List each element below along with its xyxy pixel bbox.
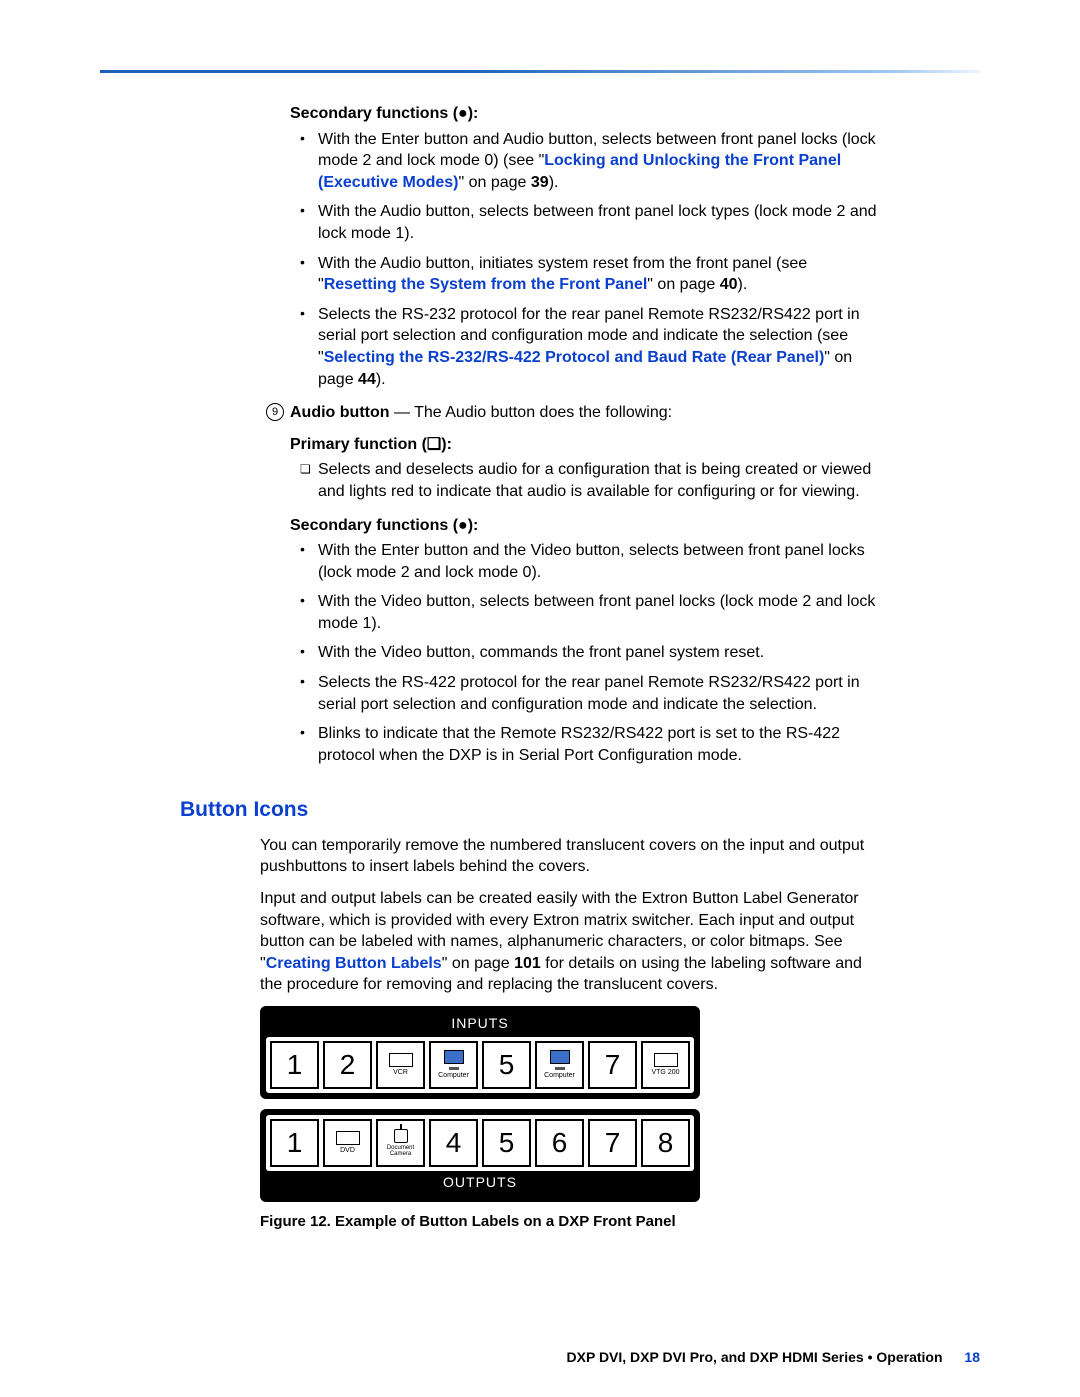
outputs-label: OUTPUTS — [266, 1171, 694, 1196]
secondary-functions-head-1: Secondary functions (●): — [290, 103, 880, 125]
inputs-label: INPUTS — [266, 1012, 694, 1037]
figure-caption: Figure 12. Example of Button Labels on a… — [260, 1212, 700, 1232]
callout-number-icon: 9 — [266, 403, 284, 421]
audio-button-line: 9 Audio button — The Audio button does t… — [290, 402, 880, 424]
input-btn-computer2: Computer — [535, 1041, 584, 1089]
device-icon — [654, 1053, 678, 1067]
page-container: Secondary functions (●): With the Enter … — [0, 0, 1080, 1272]
dvd-icon — [336, 1131, 360, 1145]
inputs-panel: INPUTS 1 2 VCR Computer 5 Computer 7 VTG… — [260, 1006, 700, 1099]
indented-content: Secondary functions (●): With the Enter … — [290, 103, 880, 766]
secondary-list-2: With the Enter button and the Video butt… — [318, 540, 880, 766]
output-btn-7: 7 — [588, 1119, 637, 1167]
input-btn-2: 2 — [323, 1041, 372, 1089]
monitor-icon — [550, 1050, 570, 1064]
audio-button-label: Audio button — [290, 404, 390, 421]
figure-panel: INPUTS 1 2 VCR Computer 5 Computer 7 VTG… — [260, 1006, 700, 1232]
list-item: With the Video button, commands the fron… — [318, 642, 880, 664]
input-btn-vcr: VCR — [376, 1041, 425, 1089]
secondary-functions-head-2: Secondary functions (●): — [290, 515, 880, 537]
inputs-row: 1 2 VCR Computer 5 Computer 7 VTG 200 — [266, 1037, 694, 1093]
monitor-icon — [444, 1050, 464, 1064]
camera-icon — [394, 1129, 408, 1143]
input-btn-1: 1 — [270, 1041, 319, 1089]
outputs-row: 1 DVD Document Camera 4 5 6 7 8 — [266, 1115, 694, 1171]
link-resetting[interactable]: Resetting the System from the Front Pane… — [324, 276, 648, 293]
output-btn-doccam: Document Camera — [376, 1119, 425, 1167]
body-paragraph: You can temporarily remove the numbered … — [260, 835, 880, 878]
input-btn-7: 7 — [588, 1041, 637, 1089]
output-btn-1: 1 — [270, 1119, 319, 1167]
list-item: Blinks to indicate that the Remote RS232… — [318, 723, 880, 766]
footer-text: DXP DVI, DXP DVI Pro, and DXP HDMI Serie… — [567, 1349, 943, 1365]
list-item: With the Enter button and the Video butt… — [318, 540, 880, 583]
output-btn-4: 4 — [429, 1119, 478, 1167]
button-icons-heading: Button Icons — [180, 796, 980, 824]
secondary-list-1: With the Enter button and Audio button, … — [318, 129, 880, 391]
link-selecting-rs232[interactable]: Selecting the RS-232/RS-422 Protocol and… — [324, 349, 825, 366]
list-item: Selects the RS-232 protocol for the rear… — [318, 304, 880, 390]
output-btn-5: 5 — [482, 1119, 531, 1167]
outputs-panel: 1 DVD Document Camera 4 5 6 7 8 OUTPUTS — [260, 1109, 700, 1202]
list-item: Selects the RS-422 protocol for the rear… — [318, 672, 880, 715]
input-btn-vtg: VTG 200 — [641, 1041, 690, 1089]
output-btn-8: 8 — [641, 1119, 690, 1167]
output-btn-6: 6 — [535, 1119, 584, 1167]
list-item: With the Audio button, initiates system … — [318, 253, 880, 296]
link-creating-button-labels[interactable]: Creating Button Labels — [266, 955, 442, 972]
primary-list: Selects and deselects audio for a config… — [318, 459, 880, 502]
top-rule — [100, 70, 980, 73]
page-footer: DXP DVI, DXP DVI Pro, and DXP HDMI Serie… — [567, 1348, 980, 1367]
list-item: With the Audio button, selects between f… — [318, 201, 880, 244]
output-btn-dvd: DVD — [323, 1119, 372, 1167]
body-paragraph: Input and output labels can be created e… — [260, 888, 880, 996]
page-number: 18 — [964, 1349, 980, 1365]
list-item: Selects and deselects audio for a config… — [318, 459, 880, 502]
vcr-icon — [389, 1053, 413, 1067]
list-item: With the Video button, selects between f… — [318, 591, 880, 634]
primary-function-head: Primary function (❏): — [290, 434, 880, 456]
input-btn-computer1: Computer — [429, 1041, 478, 1089]
input-btn-5: 5 — [482, 1041, 531, 1089]
list-item: With the Enter button and Audio button, … — [318, 129, 880, 194]
